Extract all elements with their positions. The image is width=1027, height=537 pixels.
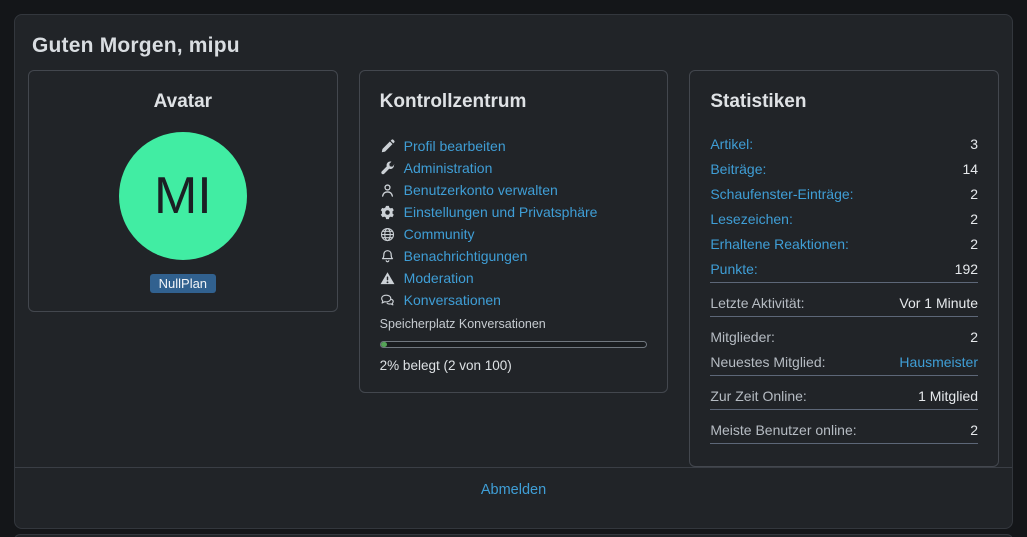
avatar: MI — [118, 132, 247, 260]
stat-row: Erhaltene Reaktionen: 2 — [710, 231, 978, 256]
storage-label: Speicherplatz Konversationen — [379, 317, 546, 331]
gear-icon — [380, 205, 395, 220]
control-link[interactable]: Community — [404, 226, 475, 242]
stat-label[interactable]: Artikel: — [710, 136, 753, 152]
stat-label: Neuestes Mitglied: — [710, 353, 826, 370]
control-link[interactable]: Administration — [404, 160, 493, 176]
control-link[interactable]: Moderation — [404, 270, 474, 286]
stat-label[interactable]: Schaufenster-Einträge: — [710, 186, 853, 202]
stat-value: 14 — [962, 160, 979, 177]
main-panel: Guten Morgen, mipu Avatar MI NullPlan Ko… — [14, 14, 1013, 529]
greeting-title: Guten Morgen, mipu — [32, 34, 240, 57]
stat-row: Meiste Benutzer online: 2 — [710, 417, 978, 442]
stat-value: 2 — [970, 328, 979, 345]
stat-row: Letzte Aktivität: Vor 1 Minute — [710, 290, 978, 315]
control-link-item: Benachrichtigungen — [380, 245, 648, 267]
control-links-list: Profil bearbeiten Administration Benutzerk… — [380, 135, 648, 311]
stat-value: Vor 1 Minute — [899, 294, 979, 311]
control-link[interactable]: Benachrichtigungen — [404, 248, 528, 264]
stat-value: 2 — [970, 235, 979, 252]
stat-label: Zur Zeit Online: — [710, 387, 807, 404]
stat-value: 1 Mitglied — [918, 387, 979, 404]
control-link[interactable]: Konversationen — [404, 292, 501, 308]
stat-row: Artikel: 3 — [710, 131, 978, 156]
control-link-item: Konversationen — [380, 289, 648, 311]
stats-group: Artikel: 3 Beiträge: 14 Schaufenster-Einträg… — [710, 131, 979, 283]
stats-group: Mitglieder: 2 Neuestes Mitglied: Hausmeiste… — [710, 324, 979, 376]
control-link-item: Profil bearbeiten — [380, 135, 648, 157]
stat-row: Zur Zeit Online: 1 Mitglied — [710, 383, 978, 408]
avatar-card: Avatar MI NullPlan — [28, 70, 338, 312]
avatar-initials: MI — [153, 167, 212, 225]
panel-footer: Abmelden — [15, 467, 1012, 499]
stat-label: Mitglieder: — [710, 328, 775, 345]
bell-icon — [380, 249, 395, 264]
stat-value: 192 — [954, 260, 979, 277]
control-link-item: Einstellungen und Privatsphäre — [380, 201, 648, 223]
control-link[interactable]: Einstellungen und Privatsphäre — [404, 204, 598, 220]
user-rank-badge: NullPlan — [149, 274, 217, 293]
stat-value: 2 — [970, 421, 979, 438]
storage-usage-text: 2% belegt (2 von 100) — [379, 358, 512, 373]
control-link[interactable]: Benutzerkonto verwalten — [404, 182, 558, 198]
cards-row: Avatar MI NullPlan Kontrollzentrum Profi… — [28, 70, 1000, 467]
page-background: { "page": { "greeting": "Guten Morgen, m… — [0, 0, 1027, 537]
globe-icon — [380, 227, 395, 242]
control-link-item: Moderation — [380, 267, 648, 289]
stat-value: 2 — [970, 185, 979, 202]
stats-group: Meiste Benutzer online: 2 — [710, 417, 979, 444]
warning-icon — [380, 271, 395, 286]
stat-label[interactable]: Lesezeichen: — [710, 211, 793, 227]
stats-card: Statistiken Artikel: 3 Beiträge: 14 Schaufen… — [689, 70, 1000, 467]
stat-label: Letzte Aktivität: — [710, 294, 805, 311]
control-link[interactable]: Profil bearbeiten — [404, 138, 506, 154]
stat-row: Lesezeichen: 2 — [710, 206, 978, 231]
avatar-card-title: Avatar — [153, 91, 213, 112]
stat-value: 2 — [970, 210, 979, 227]
control-card: Kontrollzentrum Profil bearbeiten Adminis… — [358, 70, 669, 393]
logout-link[interactable]: Abmelden — [481, 482, 546, 498]
control-link-item: Administration — [380, 157, 648, 179]
stat-label[interactable]: Punkte: — [710, 261, 757, 277]
stats-groups: Artikel: 3 Beiträge: 14 Schaufenster-Einträg… — [710, 131, 979, 444]
stat-label: Meiste Benutzer online: — [710, 421, 857, 438]
stat-row: Mitglieder: 2 — [710, 324, 978, 349]
stat-label[interactable]: Beiträge: — [710, 161, 766, 177]
stat-value: 3 — [970, 135, 979, 152]
stat-row: Punkte: 192 — [710, 256, 978, 281]
stats-group: Letzte Aktivität: Vor 1 Minute — [710, 290, 979, 317]
stat-row: Beiträge: 14 — [710, 156, 978, 181]
stat-row: Neuestes Mitglied: Hausmeister — [710, 349, 978, 374]
stat-row: Schaufenster-Einträge: 2 — [710, 181, 978, 206]
user-icon — [380, 183, 395, 198]
stat-label[interactable]: Erhaltene Reaktionen: — [710, 236, 849, 252]
wrench-icon — [380, 160, 395, 176]
pencil-icon — [380, 138, 395, 154]
conversations-icon — [380, 293, 395, 308]
stat-value[interactable]: Hausmeister — [899, 354, 978, 370]
storage-progressbar — [379, 341, 648, 348]
control-link-item: Benutzerkonto verwalten — [380, 179, 648, 201]
control-link-item: Community — [380, 223, 648, 245]
stats-card-title: Statistiken — [710, 91, 807, 112]
stats-group: Zur Zeit Online: 1 Mitglied — [710, 383, 979, 410]
storage-progressbar-fill — [380, 342, 387, 347]
control-card-title: Kontrollzentrum — [379, 91, 527, 112]
